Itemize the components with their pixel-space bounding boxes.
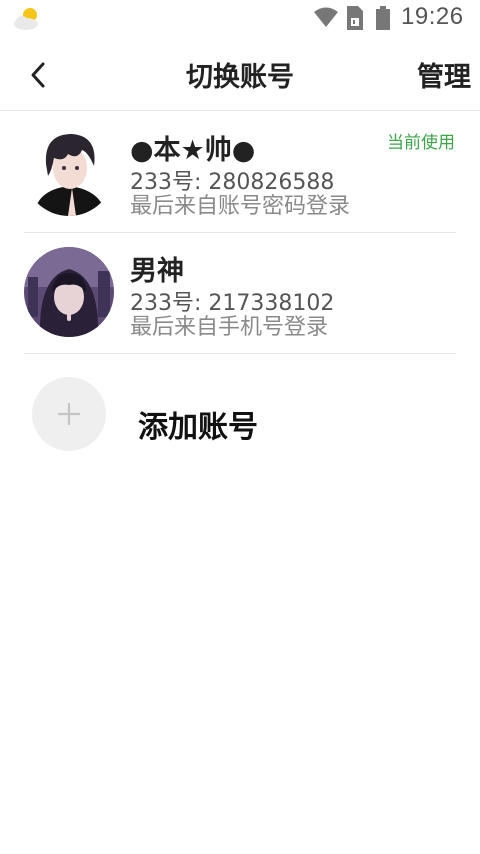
account-list: ●本★帅● 233号: 280826588 最后来自账号密码登录 当前使用 男神…	[0, 112, 480, 354]
account-name: ●本★帅●	[130, 135, 256, 166]
avatar-image	[24, 247, 114, 337]
weather-icon	[14, 8, 38, 30]
status-bar: 19:26	[0, 0, 480, 38]
account-login-method: 最后来自账号密码登录	[130, 194, 351, 219]
sim-card-icon	[347, 6, 363, 30]
avatar-image	[24, 126, 114, 216]
account-row[interactable]: ●本★帅● 233号: 280826588 最后来自账号密码登录 当前使用	[24, 112, 456, 233]
add-account-circle	[32, 377, 106, 451]
page-title: 切换账号	[186, 62, 294, 93]
account-name: 男神	[130, 256, 184, 287]
account-row[interactable]: 男神 233号: 217338102 最后来自手机号登录	[24, 233, 456, 354]
manage-button[interactable]: 管理	[417, 55, 471, 94]
wifi-icon	[314, 7, 338, 27]
avatar	[24, 126, 114, 216]
nav-bar: 切换账号 管理	[0, 38, 480, 111]
add-account-button[interactable]: 添加账号	[24, 354, 456, 469]
plus-icon	[58, 403, 80, 425]
account-login-method: 最后来自手机号登录	[130, 315, 329, 340]
battery-icon	[376, 6, 390, 30]
current-account-badge: 当前使用	[387, 133, 455, 153]
status-time: 19:26	[401, 3, 464, 30]
avatar	[24, 247, 114, 337]
add-account-label: 添加账号	[138, 410, 258, 445]
